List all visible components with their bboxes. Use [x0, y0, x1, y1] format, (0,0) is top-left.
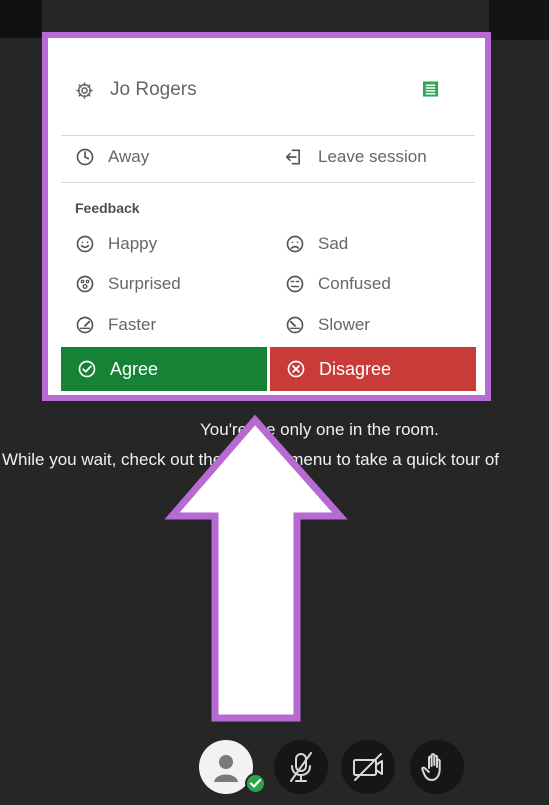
check-circle-icon — [78, 360, 96, 378]
away-menu-item[interactable]: Away — [75, 143, 225, 171]
sad-label: Sad — [318, 234, 349, 253]
happy-face-icon — [76, 235, 94, 253]
hand-icon — [421, 753, 441, 781]
online-status-icon — [245, 773, 266, 794]
feedback-title: Feedback — [75, 200, 140, 216]
user-avatar-button[interactable] — [199, 740, 266, 794]
faster-speed-icon — [76, 316, 94, 334]
microphone-muted-icon — [290, 752, 312, 782]
slower-speed-icon — [286, 316, 304, 334]
dark-top-right-area — [489, 0, 549, 40]
avatar-icon — [214, 755, 238, 782]
confused-label: Confused — [318, 274, 391, 293]
away-label: Away — [108, 147, 150, 166]
faster-label: Faster — [108, 315, 157, 334]
collaborate-session-screen: Jo Rogers Away Leave session Feedback Ha… — [0, 0, 549, 805]
upward-arrow-annotation — [164, 414, 348, 722]
leave-session-icon — [285, 149, 300, 165]
highlighted-user-menu-frame: Jo Rogers Away Leave session Feedback Ha… — [42, 32, 491, 401]
leave-session-menu-item[interactable]: Leave session — [285, 143, 463, 171]
raise-hand-button[interactable] — [410, 740, 464, 794]
surprised-feedback-item[interactable]: Surprised — [75, 270, 245, 298]
camera-toggle-button[interactable] — [341, 740, 395, 794]
sad-face-icon — [286, 235, 304, 253]
disagree-button[interactable]: Disagree — [270, 347, 476, 391]
slower-label: Slower — [318, 315, 370, 334]
confused-face-icon — [286, 275, 304, 293]
slower-feedback-item[interactable]: Slower — [285, 311, 455, 339]
clock-icon — [76, 148, 94, 166]
user-name: Jo Rogers — [110, 79, 197, 100]
camera-off-icon — [353, 753, 383, 781]
microphone-toggle-button[interactable] — [274, 740, 328, 794]
leave-session-label: Leave session — [318, 147, 427, 166]
surprised-face-icon — [76, 275, 94, 293]
sad-feedback-item[interactable]: Sad — [285, 230, 455, 258]
bottom-control-dock — [190, 740, 470, 805]
menu-list-icon — [422, 81, 439, 97]
confused-feedback-item[interactable]: Confused — [285, 270, 455, 298]
user-status-menu: Jo Rogers Away Leave session Feedback Ha… — [61, 45, 476, 391]
gear-icon[interactable] — [75, 81, 94, 100]
session-actions-row: Away Leave session — [61, 136, 475, 183]
menu-header: Jo Rogers — [61, 45, 475, 136]
faster-feedback-item[interactable]: Faster — [75, 311, 245, 339]
agree-button[interactable]: Agree — [61, 347, 267, 391]
happy-feedback-item[interactable]: Happy — [75, 230, 245, 258]
x-circle-icon — [287, 360, 305, 378]
dark-top-left-area — [0, 0, 42, 38]
happy-label: Happy — [108, 234, 158, 253]
agree-label: Agree — [110, 358, 159, 379]
surprised-label: Surprised — [108, 274, 181, 293]
disagree-label: Disagree — [319, 358, 392, 379]
